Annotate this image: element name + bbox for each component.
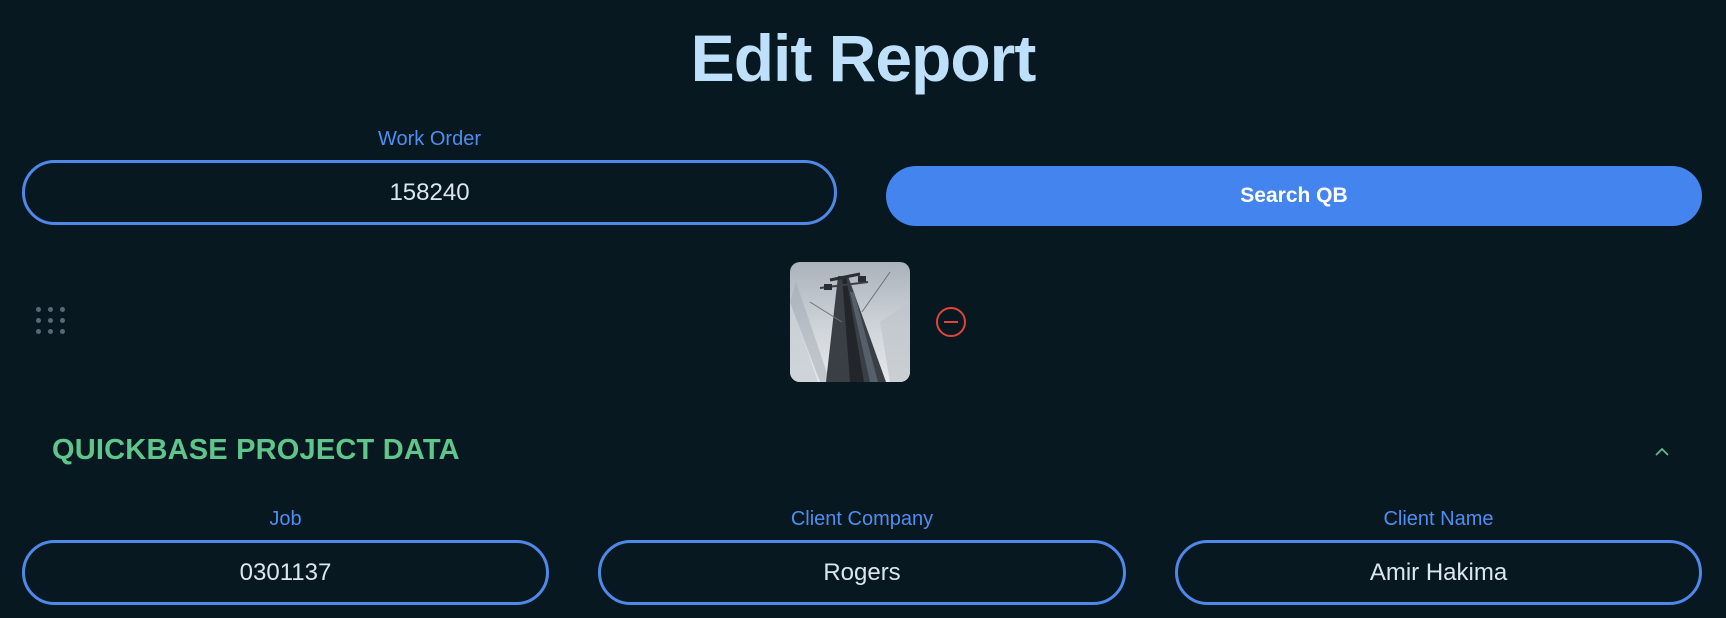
client-name-label: Client Name — [1383, 508, 1494, 530]
search-qb-button[interactable]: Search QB — [886, 166, 1702, 226]
client-company-input[interactable] — [598, 540, 1126, 605]
job-input[interactable] — [22, 540, 549, 605]
work-order-input[interactable] — [22, 160, 837, 225]
chevron-up-icon[interactable] — [1650, 440, 1674, 464]
drag-handle-icon[interactable] — [36, 307, 68, 339]
client-company-label: Client Company — [790, 508, 934, 530]
job-label: Job — [269, 508, 302, 530]
photo-thumbnail[interactable] — [790, 262, 910, 382]
work-order-label: Work Order — [378, 128, 481, 150]
client-name-input[interactable] — [1175, 540, 1702, 605]
page-title: Edit Report — [690, 21, 1037, 95]
section-title: QUICKBASE PROJECT DATA — [52, 434, 460, 466]
remove-circle-icon[interactable] — [935, 306, 967, 338]
